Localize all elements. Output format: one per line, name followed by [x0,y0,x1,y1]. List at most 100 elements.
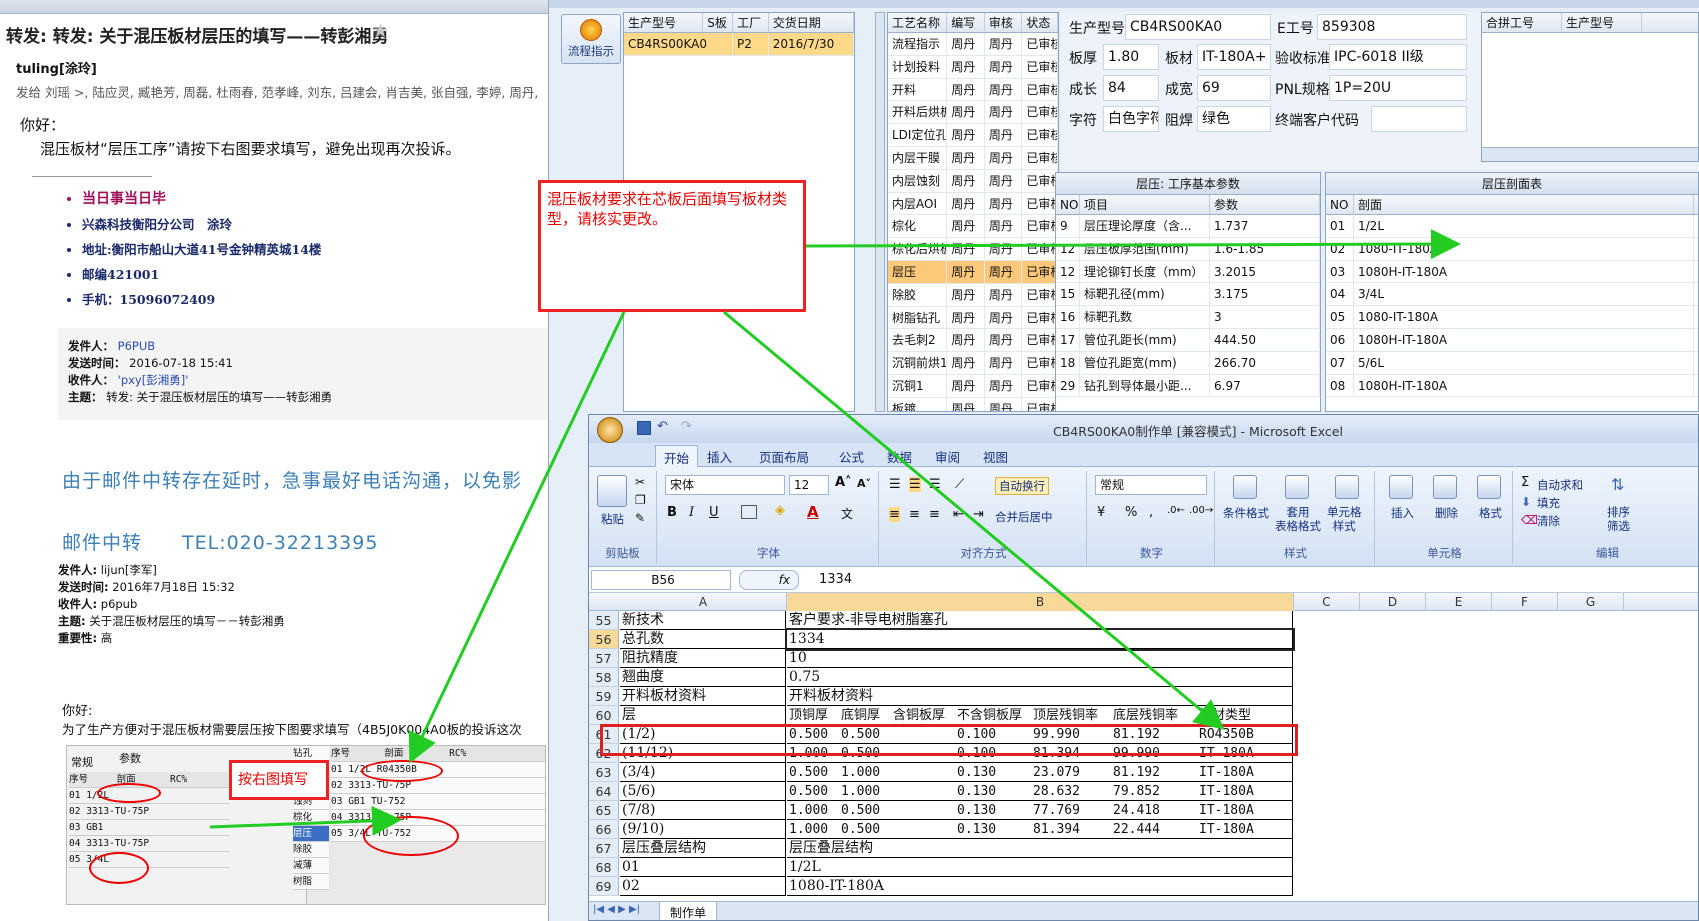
col-header[interactable]: 剖面 [1354,195,1694,214]
meta-to[interactable]: 'pxy[彭湘勇]' [118,373,189,387]
row-number[interactable]: 67 [589,839,619,858]
autosum-icon[interactable]: Σ [1521,475,1529,490]
process-row[interactable]: 沉铜1周丹周丹已审核 [888,374,1058,398]
cell-b[interactable]: 0.500 1.000 0.130 23.079 81.192 IT-180A [787,763,1293,782]
process-row[interactable]: 去毛刺2周丹周丹已审核 [888,329,1058,353]
col-header[interactable]: 交货日期 [769,13,854,32]
col-header-g[interactable]: G [1558,593,1624,611]
process-row[interactable]: 流程指示周丹周丹已审核 [888,33,1058,56]
cut-icon[interactable]: ✂ [635,475,645,489]
format-painter-icon[interactable]: ✎ [635,511,645,525]
insert-function-button[interactable]: fx [739,570,799,590]
col-header[interactable]: 状态 [1022,13,1058,32]
row-number[interactable]: 63 [589,763,619,782]
cell-a[interactable]: (5/6) [620,782,786,801]
sheet-row[interactable]: 68 01 1/2L [589,858,1698,877]
sheet-row[interactable]: 58 翘曲度 0.75 [589,668,1698,687]
wrap-text-button[interactable]: 自动换行 [995,477,1049,495]
fill-color-icon[interactable]: ◈ [775,503,785,518]
tab-home[interactable]: 开始 [655,445,699,469]
cell-a[interactable]: 新技术 [620,611,786,630]
col-header-c[interactable]: C [1294,593,1360,611]
params-row[interactable]: 16 标靶孔数 3 [1056,306,1320,329]
merge-center-button[interactable]: 合并后居中 [995,509,1053,525]
cell-b[interactable]: 10 [787,649,1293,668]
sheet-row[interactable]: 59 开料板材资料 开料板材资料 [589,687,1698,706]
cell-a[interactable]: 开料板材资料 [620,687,786,706]
autosum-button[interactable]: 自动求和 [1537,477,1583,493]
info-value-width[interactable]: 69 [1197,75,1271,101]
process-row[interactable]: 内层蚀刻周丹周丹已审核 [888,169,1058,193]
italic-icon[interactable]: I [689,505,694,520]
underline-icon[interactable]: U [709,505,719,520]
row-number[interactable]: 58 [589,668,619,687]
row-number[interactable]: 56 [589,630,619,649]
tab-formulas[interactable]: 公式 [839,447,864,466]
currency-icon[interactable]: ¥ [1097,505,1105,520]
stack-row[interactable]: 08 1080H-IT-180A [1326,374,1698,398]
process-row[interactable]: 层压周丹周丹已审核 [888,260,1058,284]
cell-b[interactable]: 1/2L [787,858,1293,877]
clear-button[interactable]: 清除 [1537,513,1560,529]
cell-b[interactable]: 开料板材资料 [787,687,1293,706]
save-icon[interactable] [637,421,651,435]
info-value-eno[interactable]: 859308 [1317,14,1467,40]
redo-icon[interactable]: ↷ [681,419,692,434]
insert-button[interactable]: 插入 [1391,505,1414,521]
cell-style-icon[interactable] [1335,475,1359,499]
sheet-tab[interactable]: 制作单 [659,902,718,920]
cell-b[interactable]: 1.000 0.500 0.130 81.394 22.444 IT-180A [787,820,1293,839]
row-number[interactable]: 59 [589,687,619,706]
fill-button[interactable]: 填充 [1537,495,1560,511]
tab-data[interactable]: 数据 [887,447,912,466]
cell-a[interactable]: 阻抗精度 [620,649,786,668]
phonetic-icon[interactable]: 文 [841,505,853,522]
col-header[interactable]: 参数 [1210,195,1320,214]
sort-filter-button[interactable]: 排序 筛选 [1607,505,1630,533]
process-row[interactable]: 开料后烘板周丹周丹已审核 [888,101,1058,125]
stack-row[interactable]: 03 1080H-IT-180A [1326,260,1698,284]
sheet-row[interactable]: 55 新技术 客户要求-非导电树脂塞孔 [589,611,1698,630]
col-header[interactable]: 项目 [1080,195,1210,214]
tab-view[interactable]: 视图 [983,447,1008,466]
info-value-thickness[interactable]: 1.80 [1103,44,1159,70]
cell-b[interactable]: 1080-IT-180A [787,877,1293,896]
sheet-nav-icon[interactable]: |◀ ◀ ▶ ▶| [593,904,640,915]
stack-row[interactable]: 02 1080-IT-180A [1326,237,1698,261]
format-table-icon[interactable] [1285,475,1309,499]
col-header-b[interactable]: B [787,593,1294,611]
cell-a[interactable]: 01 [620,858,786,877]
grow-font-icon[interactable]: A˄ [835,475,852,490]
cell-b[interactable]: 0.500 1.000 0.130 28.632 79.852 IT-180A [787,782,1293,801]
params-row[interactable]: 9 层压理论厚度（含... 1.737 [1056,215,1320,238]
info-value-customer[interactable] [1371,106,1467,132]
conditional-format-icon[interactable] [1233,475,1257,499]
info-value-model[interactable]: CB4RS00KA0 [1125,14,1271,40]
align-top-icon[interactable]: ☰ [889,477,901,492]
cell-a[interactable]: 翘曲度 [620,668,786,687]
info-value-length[interactable]: 84 [1103,75,1159,101]
stack-row[interactable]: 06 1080H-IT-180A [1326,328,1698,352]
flow-button[interactable]: 流程指示 [561,14,621,64]
row-number[interactable]: 66 [589,820,619,839]
col-header[interactable]: NO [1056,195,1080,214]
delete-button[interactable]: 删除 [1435,505,1458,521]
process-row[interactable]: 计划投料周丹周丹已审核 [888,55,1058,79]
increase-decimal-icon[interactable]: .0← [1167,505,1185,516]
orientation-icon[interactable]: ⟋ [955,477,964,492]
cell-a[interactable]: (9/10) [620,820,786,839]
info-value-standard[interactable]: IPC-6018 II级 [1329,44,1467,70]
decrease-indent-icon[interactable]: ⇤ [953,507,964,522]
cell-b[interactable]: 1334 [785,628,1295,651]
info-value-mask[interactable]: 绿色 [1197,106,1271,132]
align-right-icon[interactable]: ≡ [929,507,940,522]
order-row[interactable]: CB4RS00KA0 P2 2016/7/30 [624,33,854,56]
stack-row[interactable]: 05 1080-IT-180A [1326,306,1698,329]
col-header[interactable]: 合拼工号 [1482,13,1562,32]
clear-icon[interactable]: ⌫ [1521,513,1538,527]
col-header[interactable]: 工厂 [733,13,769,32]
col-header[interactable]: 工艺名称 [888,13,948,32]
info-value-pnl[interactable]: 1P=20U [1329,75,1467,101]
font-size-combo[interactable]: 12 [789,475,829,495]
sheet-row[interactable]: 63 (3/4) 0.500 1.000 0.130 23.079 81.192 IT-180… [589,763,1698,782]
